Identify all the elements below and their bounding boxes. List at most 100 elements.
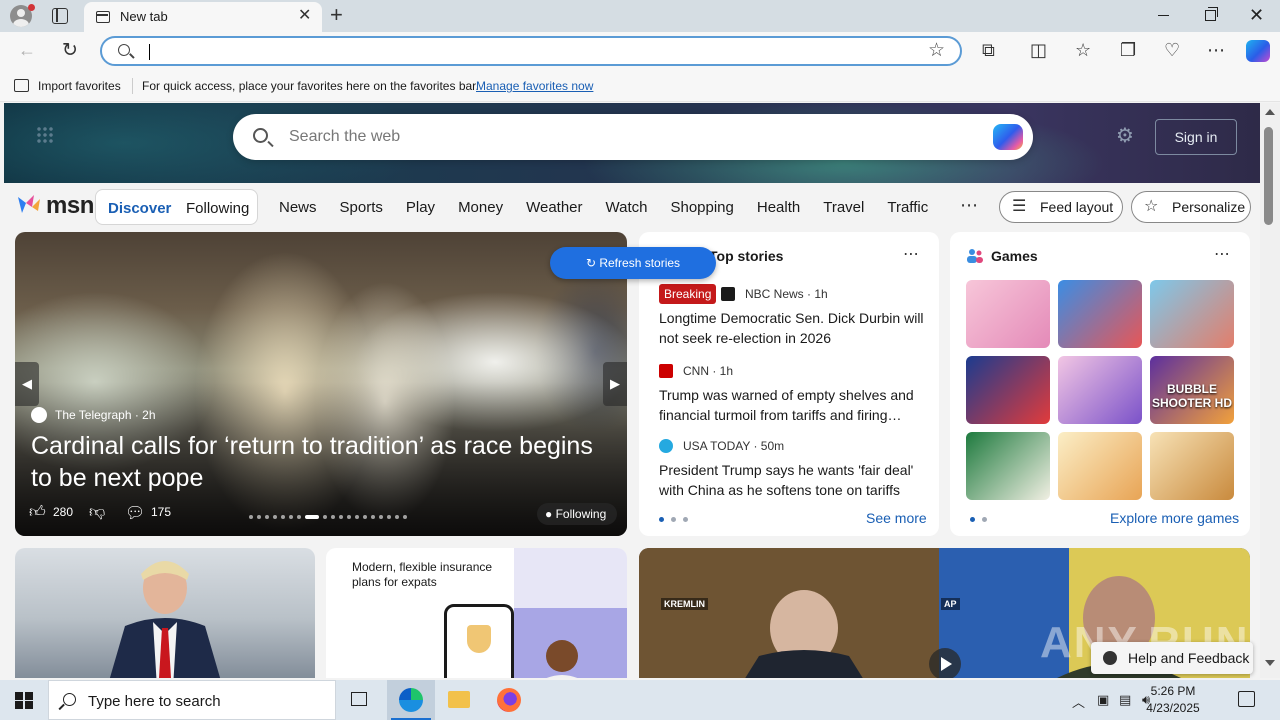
next-slide-button[interactable]: ▶ bbox=[603, 362, 627, 406]
wood-nuts-game-tile[interactable] bbox=[1150, 432, 1234, 500]
tray-device-icon[interactable]: ▣ bbox=[1097, 692, 1109, 708]
scroll-down-arrow-icon[interactable] bbox=[1265, 660, 1275, 666]
nav-sports[interactable]: Sports bbox=[340, 199, 383, 216]
story-headline[interactable]: Trump was warned of empty shelves and fi… bbox=[659, 385, 924, 425]
address-bar[interactable]: ☆ bbox=[100, 36, 962, 66]
browser-essentials-icon[interactable]: ♡ bbox=[1164, 40, 1180, 60]
personalize-button[interactable]: ☆ Personalize bbox=[1131, 191, 1251, 223]
notification-center-icon[interactable] bbox=[1238, 691, 1255, 707]
slide-dot[interactable] bbox=[265, 515, 269, 519]
play-video-icon[interactable] bbox=[929, 648, 961, 678]
slide-dot[interactable] bbox=[281, 515, 285, 519]
story-item[interactable]: USA TODAY · 50m President Trump says he … bbox=[659, 436, 924, 500]
tab-actions-icon[interactable] bbox=[52, 8, 68, 24]
favorites-icon[interactable]: ☆ bbox=[1075, 40, 1091, 60]
makeup-game-tile[interactable] bbox=[1058, 356, 1142, 424]
scroll-up-arrow-icon[interactable] bbox=[1265, 109, 1275, 115]
slide-dot[interactable] bbox=[371, 515, 375, 519]
extensions-icon[interactable]: ⧉ bbox=[982, 40, 995, 60]
web-search-box[interactable] bbox=[233, 114, 1033, 160]
feed-layout-button[interactable]: ☰ Feed layout bbox=[999, 191, 1123, 223]
split-screen-icon[interactable]: ◫ bbox=[1030, 40, 1047, 60]
news-image-card[interactable] bbox=[15, 548, 315, 678]
slide-dot[interactable] bbox=[403, 515, 407, 519]
slide-dot[interactable] bbox=[395, 515, 399, 519]
story-headline[interactable]: Longtime Democratic Sen. Dick Durbin wil… bbox=[659, 308, 924, 348]
slide-dot[interactable] bbox=[305, 515, 319, 519]
taskbar-file-explorer[interactable] bbox=[435, 680, 483, 720]
settings-more-icon[interactable]: ⋯ bbox=[1207, 40, 1225, 60]
taskbar-search-box[interactable]: Type here to search bbox=[48, 680, 336, 720]
copilot-icon[interactable] bbox=[1246, 40, 1270, 62]
show-hidden-icons-chevron-icon[interactable]: ︿ bbox=[1072, 692, 1085, 711]
copilot-search-icon[interactable] bbox=[993, 124, 1023, 150]
sponsored-ad-card[interactable]: Modern, flexible insurance plans for exp… bbox=[326, 548, 627, 678]
bubble-shooter-game-tile[interactable]: BUBBLE SHOOTER HD bbox=[1150, 356, 1234, 424]
taskbar-edge[interactable] bbox=[387, 680, 435, 720]
slide-dot[interactable] bbox=[249, 515, 253, 519]
slide-dot[interactable] bbox=[323, 515, 327, 519]
slide-dot[interactable] bbox=[339, 515, 343, 519]
page-scrollbar[interactable] bbox=[1260, 103, 1280, 678]
following-button[interactable]: ● Following bbox=[537, 503, 617, 525]
taskbar-firefox[interactable] bbox=[485, 680, 533, 720]
previous-slide-button[interactable]: ◀ bbox=[15, 362, 39, 406]
more-categories-icon[interactable]: ⋯ bbox=[960, 195, 978, 216]
network-icon[interactable]: ▤ bbox=[1119, 692, 1131, 708]
refresh-button[interactable]: ↻ bbox=[62, 39, 78, 62]
story-headline[interactable]: President Trump says he wants 'fair deal… bbox=[659, 460, 924, 500]
nav-money[interactable]: Money bbox=[458, 199, 503, 216]
close-tab-icon[interactable]: ✕ bbox=[298, 8, 311, 24]
web-search-input[interactable] bbox=[289, 126, 929, 148]
featured-story-title[interactable]: Cardinal calls for ‘return to tradition’… bbox=[31, 430, 611, 494]
tab-discover[interactable]: Discover bbox=[108, 200, 171, 217]
refresh-stories-button[interactable]: ↻ Refresh stories bbox=[550, 247, 716, 279]
slide-dot[interactable] bbox=[289, 515, 293, 519]
back-button[interactable]: ← bbox=[18, 40, 36, 61]
slide-dot[interactable] bbox=[297, 515, 301, 519]
tab-following[interactable]: Following bbox=[186, 200, 249, 217]
games-more-icon[interactable]: ⋯ bbox=[1214, 244, 1230, 264]
top-stories-more-icon[interactable]: ⋯ bbox=[903, 244, 919, 264]
tv-game-tile[interactable] bbox=[1150, 280, 1234, 348]
favorite-star-icon[interactable]: ☆ bbox=[928, 41, 945, 61]
nav-news[interactable]: News bbox=[279, 199, 317, 216]
close-window-button[interactable]: ✕ bbox=[1249, 5, 1264, 26]
slide-dot[interactable] bbox=[257, 515, 261, 519]
msn-logo[interactable]: msn bbox=[46, 192, 94, 220]
block-puzzle-game-tile[interactable] bbox=[966, 356, 1050, 424]
dressup-game-tile[interactable] bbox=[966, 280, 1050, 348]
nav-travel[interactable]: Travel bbox=[823, 199, 864, 216]
story-item[interactable]: Breaking NBC News · 1h Longtime Democrat… bbox=[659, 284, 924, 348]
scrollbar-thumb[interactable] bbox=[1264, 127, 1273, 225]
system-clock[interactable]: 5:26 PM 4/23/2025 bbox=[1139, 683, 1207, 717]
nav-shopping[interactable]: Shopping bbox=[670, 199, 733, 216]
nav-weather[interactable]: Weather bbox=[526, 199, 582, 216]
shiba-game-tile[interactable] bbox=[1058, 432, 1142, 500]
mahjong-game-tile[interactable] bbox=[966, 432, 1050, 500]
restore-button[interactable] bbox=[1205, 7, 1218, 21]
nav-traffic[interactable]: Traffic bbox=[887, 199, 928, 216]
import-favorites-button[interactable]: Import favorites bbox=[38, 79, 121, 93]
comment-icon[interactable]: 💬︎ bbox=[125, 503, 145, 523]
windows-start-icon[interactable] bbox=[15, 692, 33, 709]
nav-watch[interactable]: Watch bbox=[606, 199, 648, 216]
like-icon[interactable]: 👍︎ bbox=[29, 503, 46, 522]
slide-dot[interactable] bbox=[379, 515, 383, 519]
slide-dot[interactable] bbox=[331, 515, 335, 519]
story-item[interactable]: CNN · 1h Trump was warned of empty shelv… bbox=[659, 361, 924, 425]
nav-play[interactable]: Play bbox=[406, 199, 435, 216]
hotel-game-tile[interactable] bbox=[1058, 280, 1142, 348]
nav-health[interactable]: Health bbox=[757, 199, 800, 216]
see-more-link[interactable]: See more bbox=[866, 510, 927, 526]
dislike-icon[interactable]: 👎︎ bbox=[89, 503, 105, 522]
app-launcher-icon[interactable] bbox=[36, 126, 54, 144]
manage-favorites-link[interactable]: Manage favorites now bbox=[476, 79, 593, 93]
tab-new-tab[interactable]: New tab ✕ bbox=[84, 2, 322, 32]
slide-dot[interactable] bbox=[363, 515, 367, 519]
new-tab-button[interactable]: + bbox=[330, 4, 343, 26]
minimize-button[interactable] bbox=[1158, 15, 1169, 16]
address-input[interactable] bbox=[156, 42, 856, 62]
slide-dot[interactable] bbox=[347, 515, 351, 519]
collections-icon[interactable]: ❐ bbox=[1120, 40, 1136, 60]
